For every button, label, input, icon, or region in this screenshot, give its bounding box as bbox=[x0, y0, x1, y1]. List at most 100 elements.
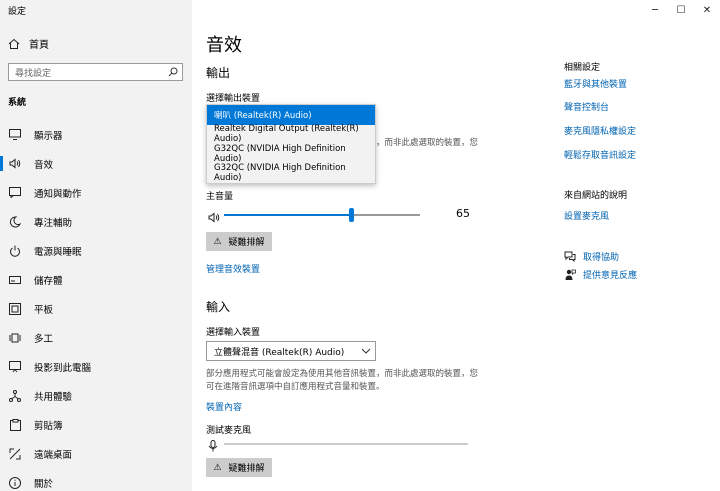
main-content: 音效 輸出 選擇輸出裝置 喇叭 (Realtek(R) Audio) Realt… bbox=[206, 0, 536, 491]
sidebar-item-label: 顯示器 bbox=[34, 130, 63, 142]
output-troubleshoot-button[interactable]: ⚠ 疑難排解 bbox=[206, 232, 272, 251]
share-icon bbox=[8, 389, 22, 403]
page-title: 音效 bbox=[206, 35, 242, 56]
sidebar-item-label: 專注輔助 bbox=[34, 217, 73, 229]
sidebar-item-shared-experiences[interactable]: 共用體驗 bbox=[0, 381, 192, 410]
maximize-button[interactable]: ☐ bbox=[668, 0, 694, 20]
sidebar-item-display[interactable]: 顯示器 bbox=[0, 120, 192, 149]
sidebar-item-label: 通知與動作 bbox=[34, 188, 82, 200]
related-settings-heading: 相關設定 bbox=[564, 63, 601, 73]
sound-control-panel-link[interactable]: 聲音控制台 bbox=[564, 100, 609, 113]
chevron-down-icon bbox=[357, 348, 375, 354]
test-mic-label: 測試麥克風 bbox=[206, 426, 252, 436]
dropdown-option[interactable]: G32QC (NVIDIA High Definition Audio) bbox=[207, 163, 375, 183]
sidebar-nav: 顯示器 音效 通知與動作 專注輔助 電源與睡眠 儲存體 平板 多工 投影到此電腦… bbox=[0, 120, 192, 491]
app-title: 設定 bbox=[8, 7, 27, 17]
home-icon bbox=[8, 38, 20, 49]
input-device-label: 選擇輸入裝置 bbox=[206, 328, 261, 338]
input-description-line: 可在進階音訊選項中自訂應用程式音量和裝置。 bbox=[206, 382, 385, 392]
home-label: 首頁 bbox=[29, 40, 49, 51]
mic-level-track bbox=[224, 443, 468, 445]
dropdown-option[interactable]: G32QC (NVIDIA High Definition Audio) bbox=[207, 144, 375, 164]
sidebar-item-label: 平板 bbox=[34, 304, 54, 316]
sidebar-item-sound[interactable]: 音效 bbox=[0, 149, 192, 178]
feedback-link[interactable]: 提供意見反應 bbox=[564, 268, 637, 281]
bluetooth-devices-link[interactable]: 藍牙與其他裝置 bbox=[564, 77, 627, 90]
sidebar-item-tablet[interactable]: 平板 bbox=[0, 294, 192, 323]
sidebar-item-clipboard[interactable]: 剪貼簿 bbox=[0, 410, 192, 439]
sidebar-item-remote-desktop[interactable]: 遠端桌面 bbox=[0, 439, 192, 468]
storage-icon bbox=[8, 273, 22, 287]
info-icon bbox=[8, 476, 22, 490]
button-label: 疑難排解 bbox=[228, 238, 265, 248]
web-help-heading: 來自網站的說明 bbox=[564, 191, 628, 201]
sidebar-item-label: 多工 bbox=[34, 333, 54, 345]
input-troubleshoot-button[interactable]: ⚠ 疑難排解 bbox=[206, 458, 272, 477]
selected-indicator bbox=[0, 156, 3, 171]
speaker-icon bbox=[208, 208, 220, 227]
clipboard-icon bbox=[8, 418, 22, 432]
input-description-line: 部分應用程式可能會設定為使用其他音訊裝置，而非此處選取的裝置，您 bbox=[206, 369, 479, 379]
sidebar-item-storage[interactable]: 儲存體 bbox=[0, 265, 192, 294]
minimize-button[interactable]: ─ bbox=[642, 0, 668, 20]
mic-privacy-link[interactable]: 麥克風隱私權設定 bbox=[564, 124, 636, 137]
master-volume-slider[interactable]: 65 bbox=[206, 207, 476, 223]
sidebar-item-label: 剪貼簿 bbox=[34, 420, 63, 432]
section-label-system: 系統 bbox=[8, 98, 27, 108]
chat-help-icon bbox=[564, 251, 576, 262]
sidebar-item-about[interactable]: 關於 bbox=[0, 468, 192, 491]
sidebar-item-label: 電源與睡眠 bbox=[34, 246, 82, 258]
sidebar-item-label: 儲存體 bbox=[34, 275, 63, 287]
microphone-icon bbox=[208, 437, 218, 456]
sidebar-item-notifications[interactable]: 通知與動作 bbox=[0, 178, 192, 207]
button-label: 疑難排解 bbox=[228, 464, 265, 474]
get-help-label: 取得協助 bbox=[583, 253, 620, 263]
volume-track-fill bbox=[224, 214, 351, 216]
sidebar-item-focus-assist[interactable]: 專注輔助 bbox=[0, 207, 192, 236]
sidebar-item-label: 音效 bbox=[34, 159, 54, 171]
feedback-label: 提供意見反應 bbox=[583, 271, 638, 281]
speaker-icon bbox=[8, 157, 22, 171]
dropdown-option[interactable]: 喇叭 (Realtek(R) Audio) bbox=[207, 105, 375, 125]
input-device-select[interactable]: 立體聲混音 (Realtek(R) Audio) bbox=[206, 341, 376, 361]
close-button[interactable]: ✕ bbox=[694, 0, 720, 20]
warning-icon: ⚠ bbox=[213, 236, 222, 247]
sidebar-item-multitasking[interactable]: 多工 bbox=[0, 323, 192, 352]
notification-icon bbox=[8, 186, 22, 200]
output-device-dropdown[interactable]: 喇叭 (Realtek(R) Audio) Realtek Digital Ou… bbox=[206, 104, 376, 184]
mic-level-meter bbox=[206, 437, 476, 452]
input-heading: 輸入 bbox=[206, 300, 231, 314]
output-heading: 輸出 bbox=[206, 66, 231, 80]
sidebar: 首頁 尋找設定 系統 顯示器 音效 通知與動作 專注輔助 電源與睡眠 儲存體 平… bbox=[0, 0, 192, 491]
ease-of-access-audio-link[interactable]: 輕鬆存取音訊設定 bbox=[564, 148, 636, 161]
feedback-icon bbox=[564, 269, 576, 281]
volume-track bbox=[224, 208, 420, 222]
output-description: ，而非此處選取的裝置，您 bbox=[376, 138, 479, 148]
home-link[interactable]: 首頁 bbox=[8, 36, 49, 51]
multitask-icon bbox=[8, 331, 22, 345]
moon-icon bbox=[8, 215, 22, 229]
sidebar-item-label: 共用體驗 bbox=[34, 391, 73, 403]
project-icon bbox=[8, 360, 22, 374]
master-volume-label: 主音量 bbox=[206, 192, 234, 202]
power-icon bbox=[8, 244, 22, 258]
sidebar-item-label: 關於 bbox=[34, 478, 54, 490]
monitor-icon bbox=[8, 128, 22, 142]
get-help-link[interactable]: 取得協助 bbox=[564, 250, 619, 263]
device-properties-link[interactable]: 裝置內容 bbox=[206, 400, 242, 413]
search-input[interactable]: 尋找設定 bbox=[8, 63, 183, 81]
input-description: 部分應用程式可能會設定為使用其他音訊裝置，而非此處選取的裝置，您 可在進階音訊選… bbox=[206, 368, 486, 394]
sidebar-item-label: 投影到此電腦 bbox=[34, 362, 92, 374]
tablet-icon bbox=[8, 302, 22, 316]
search-placeholder: 尋找設定 bbox=[15, 68, 52, 79]
input-device-value: 立體聲混音 (Realtek(R) Audio) bbox=[214, 347, 345, 358]
search-icon bbox=[164, 67, 182, 77]
setup-mic-link[interactable]: 設置麥克風 bbox=[564, 209, 609, 222]
dropdown-option[interactable]: Realtek Digital Output (Realtek(R) Audio… bbox=[207, 124, 375, 144]
manage-sound-devices-link[interactable]: 管理音效裝置 bbox=[206, 262, 260, 275]
window-controls: ─ ☐ ✕ bbox=[642, 0, 720, 20]
sidebar-item-project[interactable]: 投影到此電腦 bbox=[0, 352, 192, 381]
sidebar-item-power[interactable]: 電源與睡眠 bbox=[0, 236, 192, 265]
volume-thumb[interactable] bbox=[349, 208, 354, 222]
output-device-label: 選擇輸出裝置 bbox=[206, 94, 261, 104]
